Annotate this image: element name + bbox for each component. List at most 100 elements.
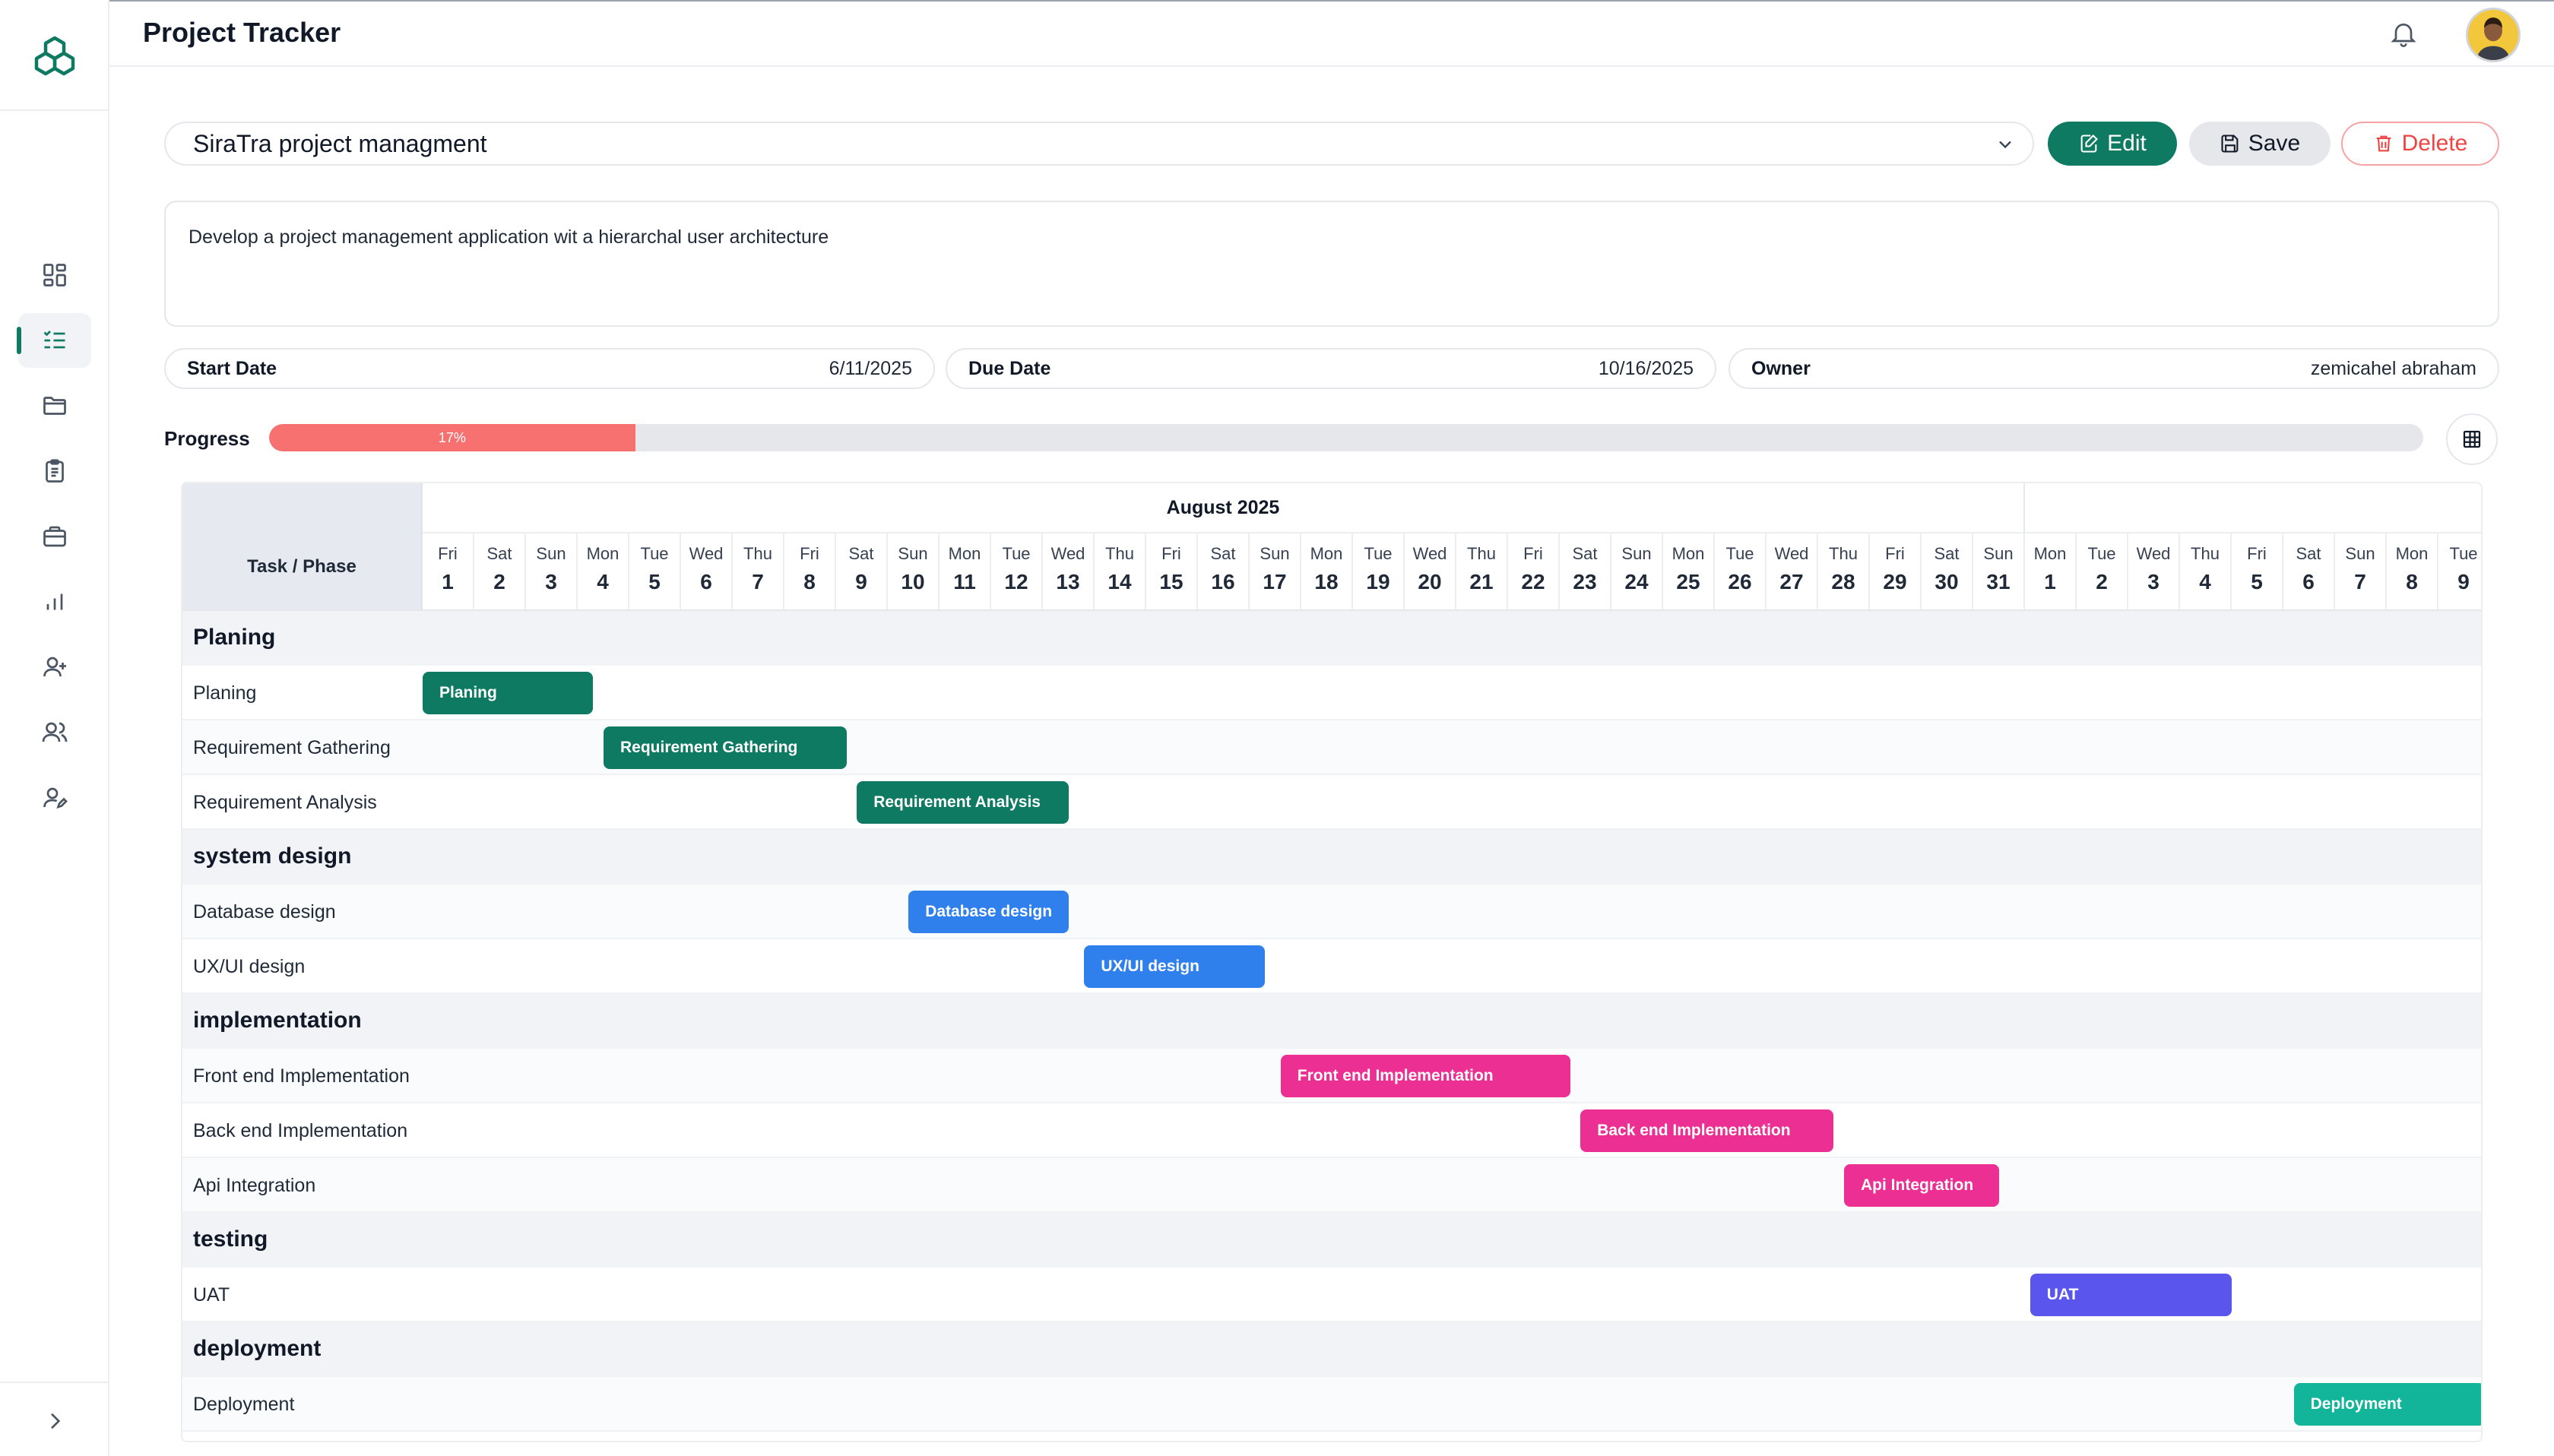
- gantt-day-header: Thu 28: [1818, 533, 1870, 611]
- day-number: 17: [1263, 570, 1287, 593]
- gantt-task-bar[interactable]: Api Integration: [1844, 1164, 1999, 1207]
- sidebar-item-reports[interactable]: [18, 444, 91, 499]
- gantt-task-row[interactable]: UAT UAT: [182, 1268, 2481, 1322]
- gantt-task-bar[interactable]: Planing: [423, 672, 594, 714]
- gantt-day-header: Thu 21: [1456, 533, 1508, 611]
- day-name: Mon: [948, 544, 981, 563]
- gantt-task-bar[interactable]: Back end Implementation: [1580, 1109, 1834, 1152]
- chevron-right-icon: [51, 1413, 61, 1429]
- gantt-phase-row: system design: [182, 830, 2481, 885]
- save-button[interactable]: Save: [2189, 122, 2331, 166]
- gantt-month-header: August 2025: [423, 483, 2025, 533]
- sidebar-item-analytics[interactable]: [18, 574, 91, 629]
- gantt-task-row[interactable]: Front end Implementation Front end Implem…: [182, 1049, 2481, 1103]
- day-name: Thu: [1105, 544, 1134, 563]
- day-name: Mon: [2033, 544, 2067, 563]
- gantt-day-header: Tue 19: [1353, 533, 1405, 611]
- sidebar-item-users[interactable]: [18, 705, 91, 760]
- day-name: Thu: [2191, 544, 2220, 563]
- day-number: 2: [493, 570, 505, 593]
- task-label: UAT: [193, 1284, 230, 1306]
- due-date-field[interactable]: Due Date 10/16/2025: [946, 348, 1716, 389]
- sidebar-divider: [0, 109, 108, 111]
- user-avatar[interactable]: [2466, 8, 2521, 62]
- edit-button[interactable]: Edit: [2048, 122, 2177, 166]
- sidebar-item-files[interactable]: [18, 378, 91, 433]
- project-description[interactable]: Develop a project management application…: [164, 201, 2499, 327]
- gantt-task-row[interactable]: Requirement Gathering Requirement Gatheri…: [182, 720, 2481, 775]
- gantt-day-header: Mon 11: [940, 533, 991, 611]
- due-date-label: Due Date: [968, 357, 1051, 379]
- gantt-task-row[interactable]: Planing Planing: [182, 666, 2481, 720]
- delete-button[interactable]: Delete: [2341, 122, 2499, 166]
- gantt-task-row[interactable]: UX/UI design UX/UI design: [182, 939, 2481, 994]
- sidebar-item-user-settings[interactable]: [18, 771, 91, 825]
- day-number: 1: [2044, 570, 2056, 593]
- task-label: Api Integration: [193, 1175, 316, 1196]
- day-number: 16: [1211, 570, 1235, 593]
- table-grid-icon: [2463, 430, 2481, 448]
- day-number: 5: [2251, 570, 2263, 593]
- bar-chart-icon: [46, 593, 63, 610]
- day-number: 28: [1831, 570, 1855, 593]
- sidebar: [0, 0, 109, 1456]
- gantt-task-row[interactable]: Requirement Analysis Requirement Analysis: [182, 775, 2481, 830]
- gantt-task-bar[interactable]: Database design: [908, 891, 1069, 933]
- day-number: 3: [545, 570, 557, 593]
- start-date-label: Start Date: [187, 357, 277, 379]
- day-number: 21: [1469, 570, 1494, 593]
- sidebar-item-projects[interactable]: [18, 509, 91, 564]
- day-name: Thu: [743, 544, 772, 563]
- gantt-task-row[interactable]: Api Integration Api Integration: [182, 1158, 2481, 1213]
- day-name: Sun: [898, 544, 928, 563]
- trash-icon: [2376, 135, 2391, 152]
- gantt-task-bar[interactable]: UAT: [2030, 1274, 2232, 1316]
- gantt-day-header: Sun 3: [526, 533, 578, 611]
- gantt-day-header: Fri 5: [2232, 533, 2283, 611]
- phase-label: implementation: [193, 1008, 362, 1033]
- gantt-day-header: Sun 17: [1250, 533, 1301, 611]
- sidebar-expand-button[interactable]: [36, 1403, 73, 1439]
- progress-text: 17%: [438, 429, 466, 445]
- start-date-field[interactable]: Start Date 6/11/2025: [164, 348, 935, 389]
- day-name: Sun: [2345, 544, 2375, 563]
- day-number: 15: [1159, 570, 1184, 593]
- day-number: 31: [1986, 570, 2011, 593]
- gantt-day-header: Thu 7: [733, 533, 784, 611]
- day-number: 12: [1004, 570, 1028, 593]
- gantt-task-row[interactable]: Deployment Deployment: [182, 1377, 2481, 1432]
- day-name: Sat: [1572, 544, 1598, 563]
- day-name: Mon: [1310, 544, 1343, 563]
- task-label: Back end Implementation: [193, 1120, 408, 1141]
- gantt-day-header: Wed 27: [1767, 533, 1818, 611]
- save-icon: [2221, 135, 2239, 153]
- day-number: 18: [1314, 570, 1339, 593]
- day-number: 6: [700, 570, 712, 593]
- day-name: Tue: [1725, 544, 1754, 563]
- gantt-task-row[interactable]: Database design Database design: [182, 885, 2481, 939]
- gantt-task-bar[interactable]: Requirement Analysis: [857, 781, 1069, 824]
- gantt-task-bar[interactable]: Deployment: [2293, 1383, 2481, 1426]
- sidebar-item-dashboard[interactable]: [18, 248, 91, 302]
- gantt-day-header: Tue 26: [1715, 533, 1767, 611]
- gantt-day-header: Wed 6: [681, 533, 733, 611]
- task-label: Requirement Analysis: [193, 792, 377, 813]
- project-select[interactable]: SiraTra project managment: [164, 122, 2034, 166]
- sidebar-item-add-user[interactable]: [18, 640, 91, 695]
- phase-label: Planing: [193, 625, 276, 650]
- task-label: Front end Implementation: [193, 1065, 410, 1087]
- gantt-task-row[interactable]: Back end Implementation Back end Implemen…: [182, 1103, 2481, 1158]
- gantt-task-bar[interactable]: UX/UI design: [1084, 945, 1266, 988]
- day-number: 8: [2406, 570, 2418, 593]
- day-name: Fri: [800, 544, 819, 563]
- day-name: Wed: [689, 544, 724, 563]
- owner-field[interactable]: Owner zemicahel abraham: [1729, 348, 2499, 389]
- sidebar-item-tasks[interactable]: [17, 313, 91, 368]
- day-name: Tue: [2449, 544, 2478, 563]
- notification-bell-icon[interactable]: [2388, 18, 2419, 49]
- day-name: Wed: [1412, 544, 1447, 563]
- gantt-task-bar[interactable]: Requirement Gathering: [604, 726, 847, 769]
- gantt-day-header: Wed 13: [1043, 533, 1095, 611]
- gantt-task-bar[interactable]: Front end Implementation: [1280, 1055, 1570, 1097]
- table-view-button[interactable]: [2446, 413, 2498, 465]
